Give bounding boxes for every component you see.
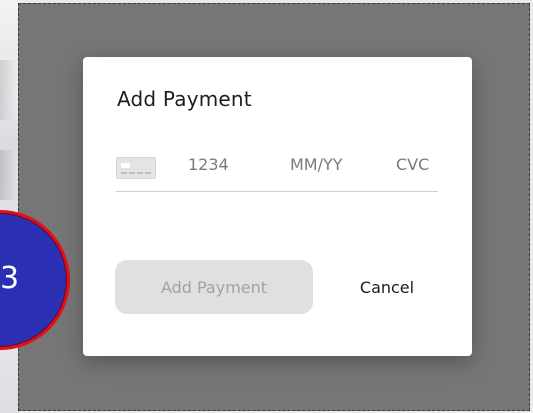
add-payment-button[interactable]: Add Payment bbox=[115, 260, 313, 314]
cancel-button[interactable]: Cancel bbox=[331, 260, 443, 314]
card-number-placeholder[interactable]: 1234 bbox=[188, 155, 229, 174]
add-payment-dialog: Add Payment 1234 MM/YY CVC Add Payment C… bbox=[83, 57, 472, 356]
badge-number: 3 bbox=[0, 261, 20, 296]
card-input-field[interactable]: 1234 MM/YY CVC bbox=[116, 143, 438, 192]
background-shape bbox=[0, 60, 20, 120]
card-expiry-placeholder[interactable]: MM/YY bbox=[290, 155, 343, 174]
background-page bbox=[0, 0, 20, 413]
dialog-title: Add Payment bbox=[117, 87, 252, 111]
card-cvc-placeholder[interactable]: CVC bbox=[396, 155, 429, 174]
background-shape bbox=[0, 150, 20, 200]
credit-card-icon bbox=[116, 157, 156, 179]
screen: 3 Add Payment 1234 MM/YY CVC Add Payment… bbox=[0, 0, 533, 413]
